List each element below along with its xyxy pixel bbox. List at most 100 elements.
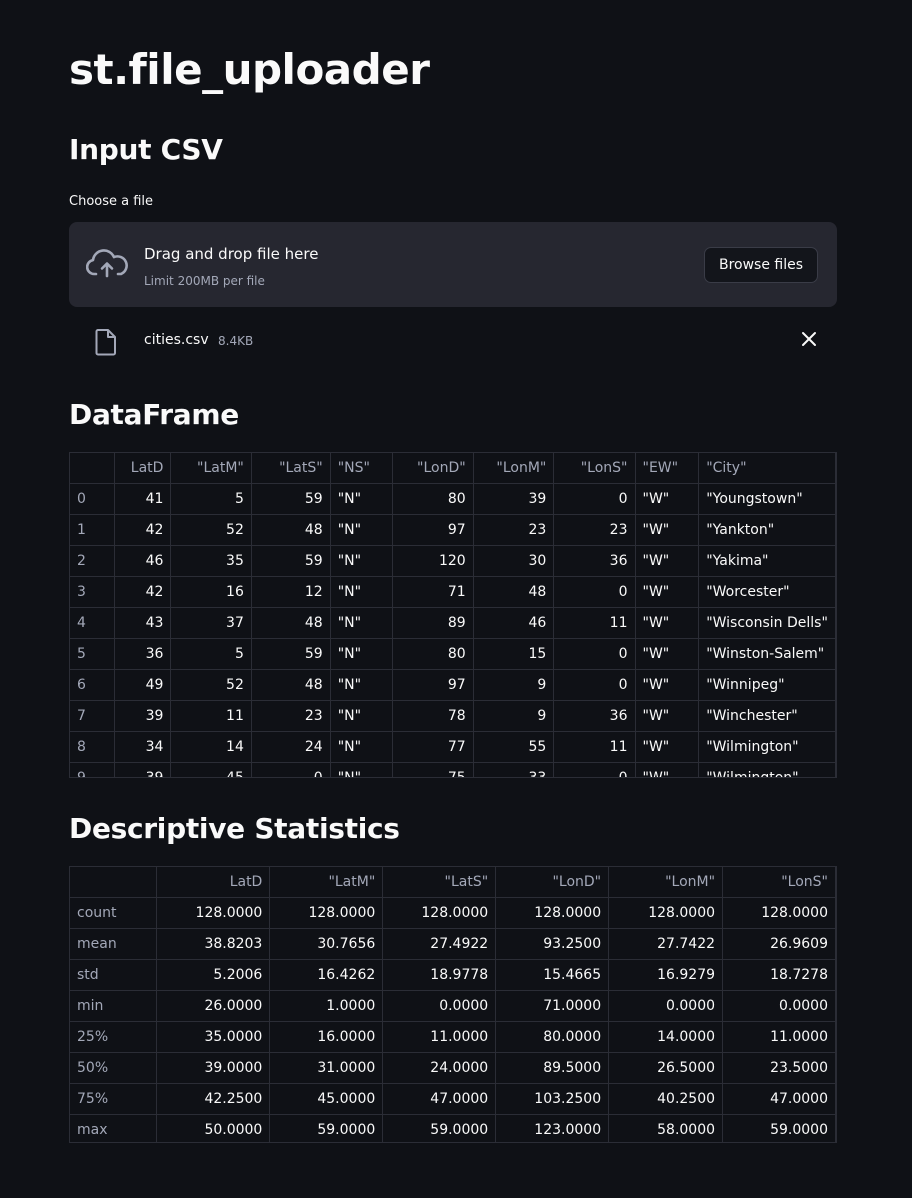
table-cell[interactable]: 0 (553, 638, 636, 670)
table-cell[interactable]: 48 (251, 607, 331, 639)
table-cell[interactable]: 71.0000 (495, 990, 610, 1022)
table-cell[interactable]: 23 (553, 514, 636, 546)
table-cell[interactable]: 0 (251, 762, 331, 777)
table-cell[interactable]: 9 (473, 669, 555, 701)
table-cell[interactable]: 59 (251, 545, 331, 577)
table-cell[interactable]: "N" (330, 700, 393, 732)
stats-column-header[interactable]: "LonS" (722, 867, 836, 898)
table-cell[interactable]: 93.2500 (495, 928, 610, 960)
table-cell[interactable]: 36 (553, 545, 636, 577)
dataframe-table[interactable]: LatD "LatM" "LatS" "NS" "LonD" "LonM" "LonS" "E… (69, 452, 837, 778)
table-cell[interactable]: 47.0000 (722, 1083, 836, 1115)
table-cell[interactable]: "Yankton" (698, 514, 836, 546)
table-cell[interactable]: 47.0000 (382, 1083, 497, 1115)
table-cell[interactable]: "N" (330, 545, 393, 577)
dataframe-column-header[interactable]: "LatM" (170, 453, 252, 484)
table-cell[interactable]: "Wisconsin Dells" (698, 607, 836, 639)
table-cell[interactable]: "N" (330, 514, 393, 546)
browse-files-button[interactable]: Browse files (704, 247, 818, 283)
table-cell[interactable]: 0 (553, 762, 636, 777)
table-cell[interactable]: "Winnipeg" (698, 669, 836, 701)
table-cell[interactable]: 59.0000 (269, 1114, 384, 1142)
table-cell[interactable]: 35 (170, 545, 252, 577)
table-cell[interactable]: 23.5000 (722, 1052, 836, 1084)
table-cell[interactable]: 24.0000 (382, 1052, 497, 1084)
table-cell[interactable]: 0.0000 (722, 990, 836, 1022)
table-cell[interactable]: "N" (330, 762, 393, 777)
table-cell[interactable]: 97 (392, 669, 474, 701)
table-cell[interactable]: 48 (251, 514, 331, 546)
table-cell[interactable]: 59 (251, 638, 331, 670)
table-cell[interactable]: 0 (553, 576, 636, 608)
table-cell[interactable]: 1.0000 (269, 990, 384, 1022)
table-cell[interactable]: "W" (635, 700, 700, 732)
table-cell[interactable]: 80 (392, 483, 474, 515)
table-cell[interactable]: 36 (114, 638, 172, 670)
table-cell[interactable]: 40.2500 (608, 1083, 724, 1115)
table-cell[interactable]: 27.7422 (608, 928, 724, 960)
table-cell[interactable]: 11 (553, 607, 636, 639)
table-cell[interactable]: 5 (170, 638, 252, 670)
table-cell[interactable]: 26.0000 (156, 990, 271, 1022)
table-cell[interactable]: 30 (473, 545, 555, 577)
statistics-table[interactable]: LatD "LatM" "LatS" "LonD" "LonM" "LonS" count… (69, 866, 837, 1143)
table-cell[interactable]: 128.0000 (156, 897, 271, 929)
dataframe-column-header[interactable]: "LonD" (392, 453, 474, 484)
table-cell[interactable]: 30.7656 (269, 928, 384, 960)
table-cell[interactable]: "N" (330, 483, 393, 515)
table-cell[interactable]: 11 (170, 700, 252, 732)
table-cell[interactable]: 89.5000 (495, 1052, 610, 1084)
table-cell[interactable]: 15 (473, 638, 555, 670)
table-cell[interactable]: "Winchester" (698, 700, 836, 732)
table-cell[interactable]: 42 (114, 576, 172, 608)
table-cell[interactable]: 59.0000 (722, 1114, 836, 1142)
table-cell[interactable]: "Wilmington" (698, 762, 836, 777)
table-cell[interactable]: 0 (553, 483, 636, 515)
table-cell[interactable]: 120 (392, 545, 474, 577)
table-cell[interactable]: 16.9279 (608, 959, 724, 991)
table-cell[interactable]: 48 (473, 576, 555, 608)
dataframe-column-header[interactable]: LatD (114, 453, 172, 484)
table-cell[interactable]: 48 (251, 669, 331, 701)
table-cell[interactable]: 103.2500 (495, 1083, 610, 1115)
table-cell[interactable]: 71 (392, 576, 474, 608)
table-cell[interactable]: 16.0000 (269, 1021, 384, 1053)
table-cell[interactable]: 23 (473, 514, 555, 546)
table-cell[interactable]: "N" (330, 669, 393, 701)
table-cell[interactable]: "W" (635, 483, 700, 515)
table-cell[interactable]: 50.0000 (156, 1114, 271, 1142)
table-cell[interactable]: 46 (473, 607, 555, 639)
table-cell[interactable]: 34 (114, 731, 172, 763)
table-cell[interactable]: "Yakima" (698, 545, 836, 577)
table-cell[interactable]: "W" (635, 576, 700, 608)
table-cell[interactable]: 31.0000 (269, 1052, 384, 1084)
dataframe-column-header[interactable]: "EW" (635, 453, 700, 484)
dataframe-column-header[interactable]: "LatS" (251, 453, 331, 484)
table-cell[interactable]: 89 (392, 607, 474, 639)
table-cell[interactable]: 11.0000 (722, 1021, 836, 1053)
table-cell[interactable]: "N" (330, 607, 393, 639)
table-cell[interactable]: 52 (170, 514, 252, 546)
table-cell[interactable]: 38.8203 (156, 928, 271, 960)
table-cell[interactable]: 43 (114, 607, 172, 639)
table-cell[interactable]: "N" (330, 731, 393, 763)
table-cell[interactable]: 78 (392, 700, 474, 732)
table-cell[interactable]: "W" (635, 638, 700, 670)
table-cell[interactable]: 41 (114, 483, 172, 515)
table-cell[interactable]: 11 (553, 731, 636, 763)
table-cell[interactable]: "Wilmington" (698, 731, 836, 763)
table-cell[interactable]: "W" (635, 514, 700, 546)
table-cell[interactable]: 27.4922 (382, 928, 497, 960)
stats-column-header[interactable]: "LonM" (608, 867, 724, 898)
table-cell[interactable]: 26.9609 (722, 928, 836, 960)
dataframe-column-header[interactable]: "LonM" (473, 453, 555, 484)
table-cell[interactable]: 77 (392, 731, 474, 763)
table-cell[interactable]: 5 (170, 483, 252, 515)
table-cell[interactable]: 128.0000 (722, 897, 836, 929)
table-cell[interactable]: 24 (251, 731, 331, 763)
table-cell[interactable]: 16.4262 (269, 959, 384, 991)
table-cell[interactable]: 39 (114, 700, 172, 732)
table-cell[interactable]: "W" (635, 731, 700, 763)
table-cell[interactable]: "Worcester" (698, 576, 836, 608)
table-cell[interactable]: 9 (473, 700, 555, 732)
